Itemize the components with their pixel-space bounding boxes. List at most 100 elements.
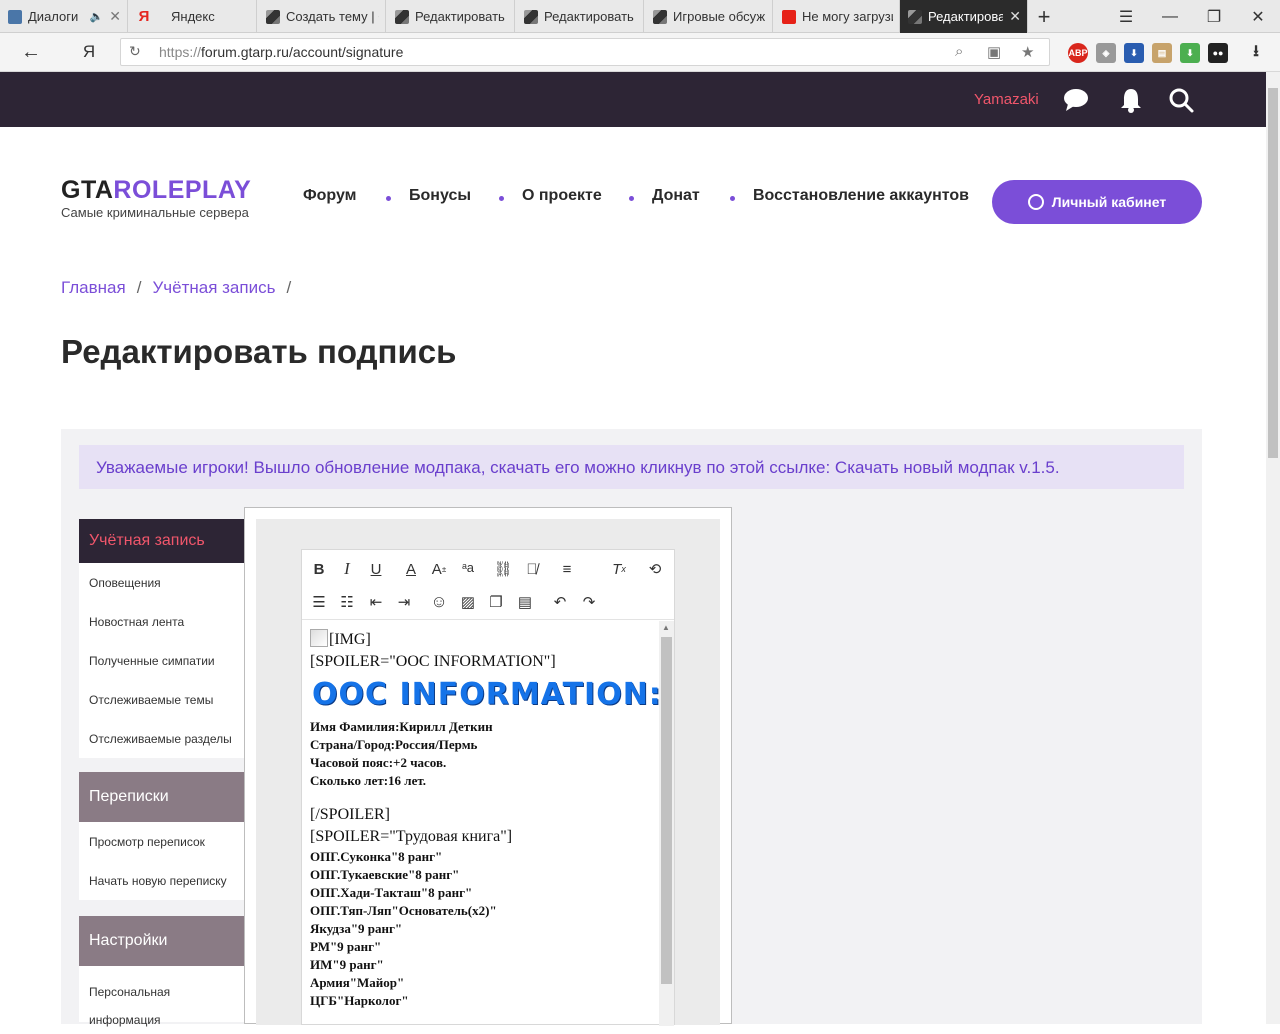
ooc-line: Сколько лет:16 лет.	[310, 773, 427, 788]
shield-icon[interactable]: ◈	[1096, 43, 1116, 63]
extension-icon[interactable]: ●●	[1208, 43, 1228, 63]
page-scrollbar[interactable]	[1266, 72, 1280, 1024]
signature-text-area[interactable]: [IMG] [SPOILER="OOC INFORMATION"] OOC IN…	[302, 621, 659, 1026]
modpack-notice[interactable]: Уважаемые игроки! Вышло обновление модпа…	[79, 445, 1184, 489]
tab-create-topic[interactable]: Создать тему | G	[258, 0, 386, 33]
text-color-icon[interactable]: A	[400, 558, 422, 580]
scroll-up-icon[interactable]: ▲	[662, 623, 670, 632]
spoiler-close-tag: [/SPOILER]	[310, 806, 390, 823]
unlink-icon[interactable]: ⛓̸	[521, 558, 543, 580]
indent-icon[interactable]: ⇥	[393, 591, 415, 613]
page-title: Редактировать подпись	[61, 333, 457, 370]
username-link[interactable]: Yamazaki	[974, 91, 1039, 108]
italic-icon[interactable]: I	[336, 558, 358, 580]
url-text[interactable]: https://forum.gtarp.ru/account/signature	[159, 44, 403, 60]
nav-about[interactable]: О проекте	[522, 187, 602, 205]
underline-icon[interactable]: U	[365, 558, 387, 580]
downloads-icon[interactable]: ⭳	[1246, 43, 1266, 63]
outdent-icon[interactable]: ⇤	[365, 591, 387, 613]
sidebar-heading-conversations[interactable]: Переписки	[79, 772, 244, 822]
youtube-icon	[782, 9, 796, 24]
numbered-list-icon[interactable]: ☷	[336, 591, 358, 613]
nav-forum[interactable]: Форум	[303, 187, 357, 205]
ooc-line: Имя Фамилия:Кирилл Деткин	[310, 719, 493, 734]
menu-icon[interactable]: ☰	[1104, 0, 1148, 33]
font-size-icon[interactable]: A ±	[428, 558, 450, 580]
sidebar-list-conversations: Просмотр переписок Начать новую переписк…	[79, 822, 244, 900]
minimize-icon[interactable]: —	[1148, 0, 1192, 33]
font-family-icon[interactable]: ᵃa	[457, 556, 479, 578]
editor-scrollbar[interactable]: ▲	[659, 621, 674, 1026]
close-icon[interactable]: ✕	[109, 8, 121, 25]
tab-edit-active[interactable]: Редактирова ✕	[900, 0, 1028, 33]
sidebar-heading-settings[interactable]: Настройки	[79, 916, 244, 966]
tab-youtube[interactable]: Не могу загрузи	[774, 0, 900, 33]
work-line: Якудза"9 ранг"	[310, 921, 403, 936]
align-icon[interactable]: ≡	[556, 558, 578, 580]
new-tab-button[interactable]: +	[1022, 0, 1066, 33]
smilie-icon[interactable]: ☺	[428, 591, 450, 613]
browser-tab-bar: Диалоги 🔈 ✕ Я Яндекс Создать тему | G Ре…	[0, 0, 1280, 33]
page-scroll-thumb[interactable]	[1268, 88, 1278, 458]
messages-icon[interactable]	[1062, 86, 1090, 114]
yandex-logo-button[interactable]: Я	[74, 39, 104, 65]
reload-icon[interactable]: ↻	[129, 43, 141, 60]
site-logo[interactable]: GTAROLEPLAY Самые криминальные сервера	[61, 176, 251, 220]
insert-icon[interactable]: ▤	[514, 591, 536, 613]
back-button[interactable]: ←	[16, 39, 46, 65]
work-line: ОПГ.Тяп-Ляп"Основатель(х2)"	[310, 903, 497, 918]
folder-icon[interactable]: ▤	[1152, 43, 1172, 63]
tab-edit-1[interactable]: Редактировать	[387, 0, 515, 33]
tab-dialogs[interactable]: Диалоги 🔈 ✕	[0, 0, 128, 33]
sidebar-item-likes[interactable]: Полученные симпатии	[79, 641, 244, 680]
restore-icon[interactable]: ❐	[1192, 0, 1236, 33]
redo-icon[interactable]: ↷	[578, 591, 600, 613]
sidebar-item-news-feed[interactable]: Новостная лента	[79, 602, 244, 641]
nav-donate[interactable]: Донат	[652, 187, 700, 205]
nav-dot	[499, 196, 504, 201]
sidebar-item-alerts[interactable]: Оповещения	[79, 563, 244, 602]
sidebar-item-start-conversation[interactable]: Начать новую переписку	[79, 861, 244, 900]
broken-image-icon	[310, 629, 328, 647]
media-icon[interactable]: ❐	[485, 591, 507, 613]
spoiler-open-tag: [SPOILER="OOC INFORMATION"]	[310, 653, 556, 670]
bullet-list-icon[interactable]: ☰	[308, 591, 330, 613]
adblock-icon[interactable]: ABP	[1068, 43, 1088, 63]
work-line: ЦГБ"Нарколог"	[310, 993, 409, 1008]
close-icon[interactable]: ✕	[1009, 8, 1021, 25]
editor-scroll-thumb[interactable]	[661, 637, 672, 984]
sidebar-item-watched-forums[interactable]: Отслеживаемые разделы	[79, 719, 244, 758]
breadcrumb-home[interactable]: Главная	[61, 278, 126, 297]
sidebar-item-view-conversations[interactable]: Просмотр переписок	[79, 822, 244, 861]
ooc-heading: OOC INFORMATION:	[312, 677, 659, 712]
tab-title: Диалоги	[28, 9, 79, 24]
bookmark-star-icon[interactable]: ★	[1021, 43, 1034, 61]
nav-bonuses[interactable]: Бонусы	[409, 187, 471, 205]
clear-format-icon[interactable]: Tx	[608, 558, 630, 580]
image-icon[interactable]: ▨	[457, 591, 479, 613]
link-icon[interactable]: ⛓	[492, 558, 514, 580]
zoom-icon[interactable]: ⌕	[955, 43, 963, 60]
tab-yandex[interactable]: Я Яндекс	[129, 0, 257, 33]
close-window-icon[interactable]: ✕	[1236, 0, 1280, 33]
undo-icon[interactable]: ↶	[549, 591, 571, 613]
tab-title: Не могу загрузи	[802, 9, 893, 24]
nav-account-recovery[interactable]: Восстановление аккаунтов	[753, 187, 969, 205]
tab-game-discussions[interactable]: Игровые обсуж	[645, 0, 773, 33]
tab-edit-2[interactable]: Редактировать	[516, 0, 644, 33]
sidebar-heading-account[interactable]: Учётная запись	[79, 519, 244, 563]
search-icon[interactable]	[1167, 86, 1195, 114]
bell-icon[interactable]	[1117, 86, 1145, 114]
savefrom-icon[interactable]: ⬇	[1180, 43, 1200, 63]
personal-cabinet-button[interactable]: Личный кабинет	[992, 180, 1202, 224]
breadcrumb-account[interactable]: Учётная запись	[152, 278, 275, 297]
bold-icon[interactable]: B	[308, 558, 330, 580]
protect-icon[interactable]: ▣	[987, 43, 1001, 61]
url-input[interactable]: ↻ https://forum.gtarp.ru/account/signatu…	[120, 38, 1050, 66]
download-ext-icon[interactable]: ⬇	[1124, 43, 1144, 63]
draft-icon[interactable]: ⟲	[644, 558, 666, 580]
sidebar-item-personal-info[interactable]: Персональная информация	[79, 966, 199, 1027]
sidebar-item-watched-threads[interactable]: Отслеживаемые темы	[79, 680, 244, 719]
speaker-icon[interactable]: 🔈	[90, 10, 104, 23]
account-sidebar: Учётная запись Оповещения Новостная лент…	[79, 519, 244, 1027]
